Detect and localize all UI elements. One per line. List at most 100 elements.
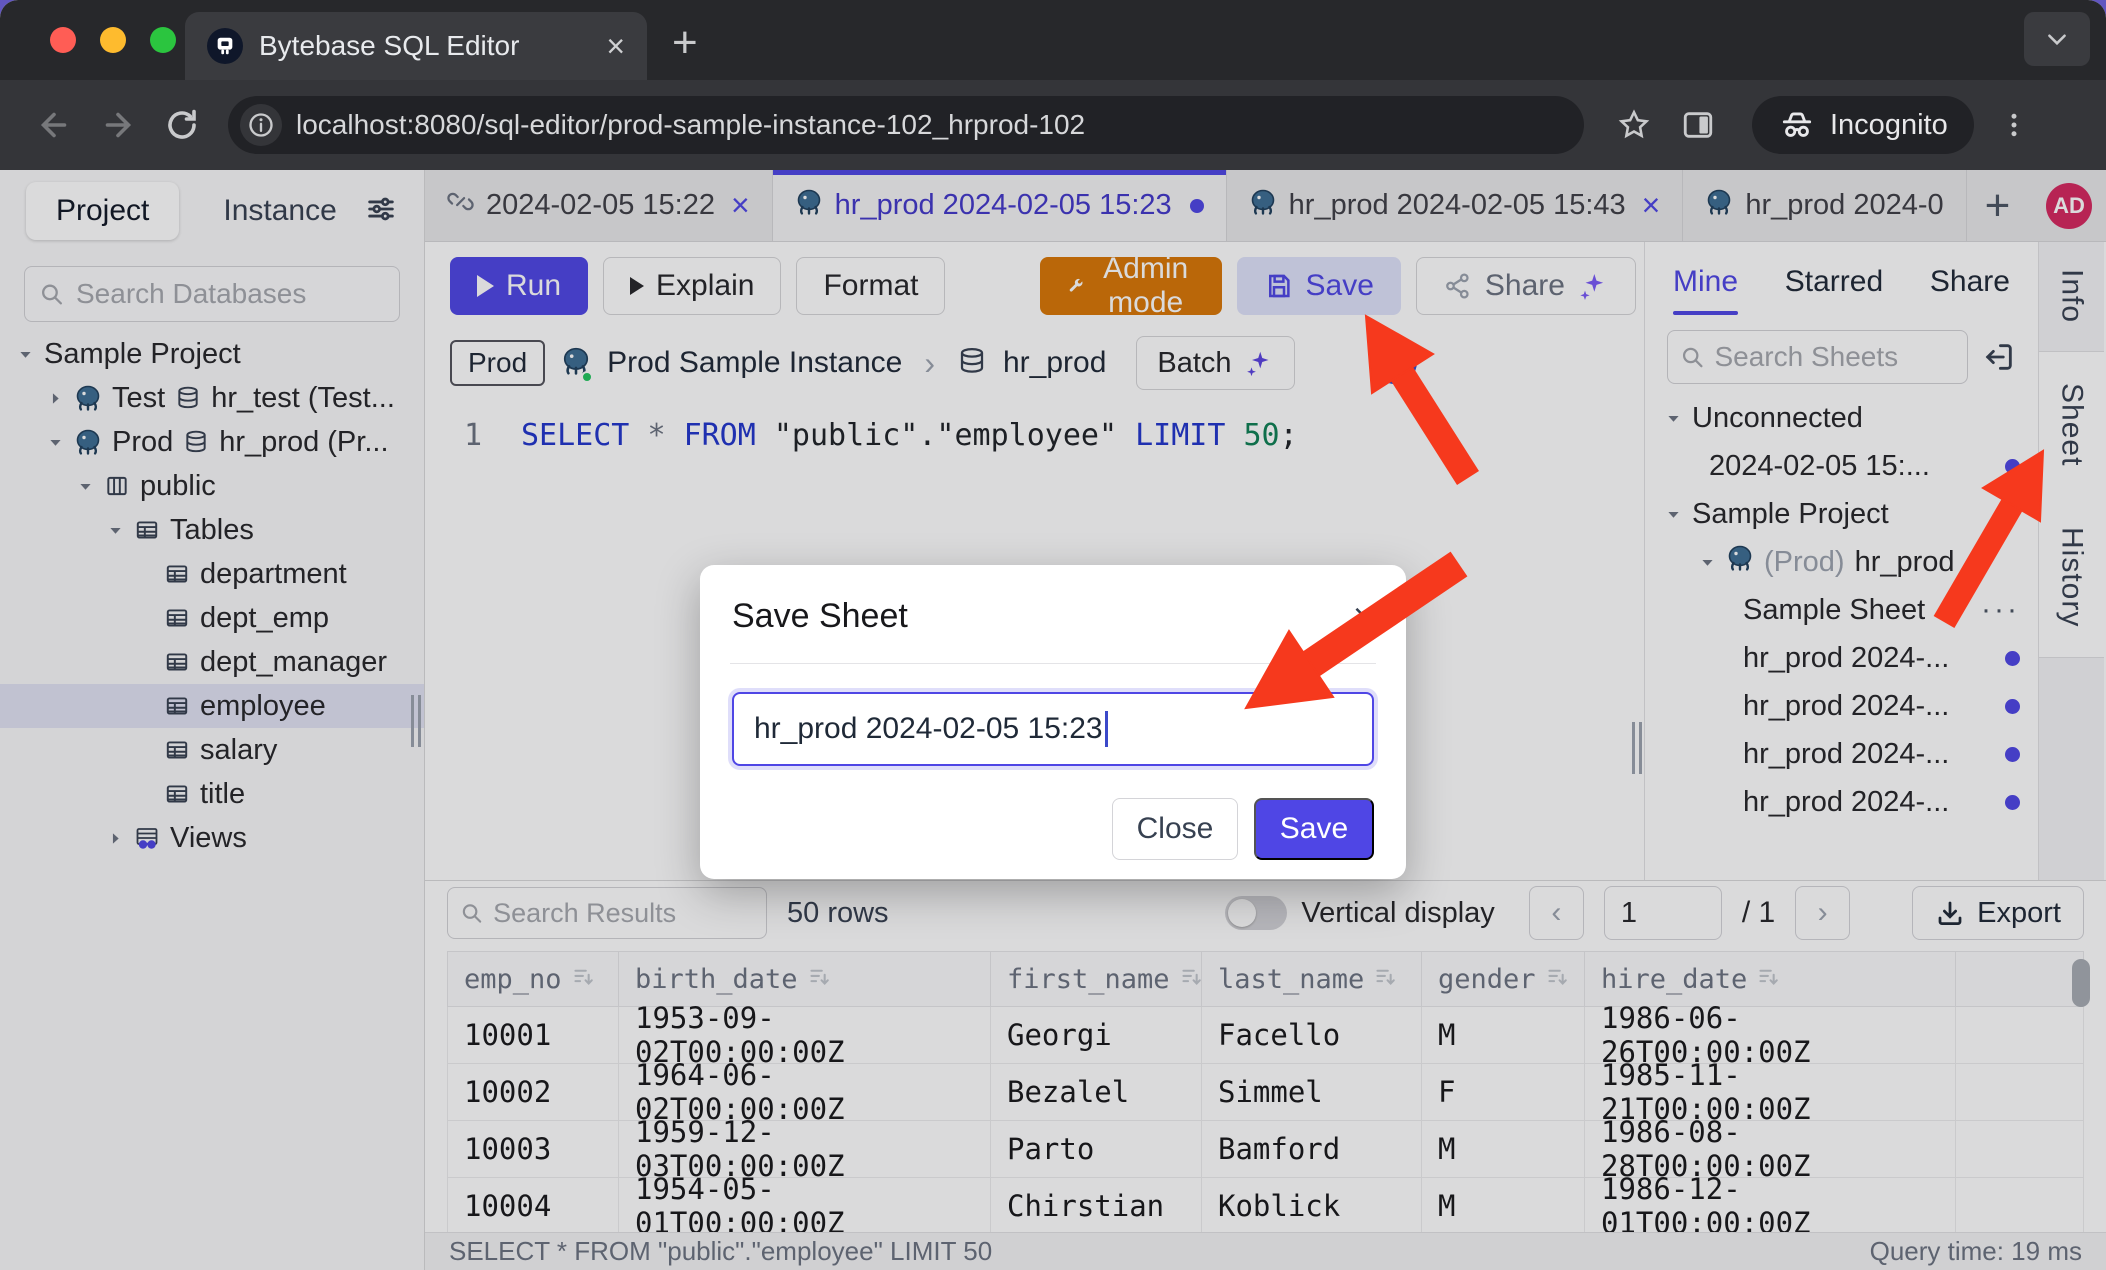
caret-down-icon[interactable]: [1699, 546, 1716, 579]
database-name[interactable]: hr_prod: [1003, 346, 1106, 380]
table-scrollbar-thumb[interactable]: [2072, 959, 2090, 1007]
caret-down-icon[interactable]: [76, 478, 94, 495]
tree-item-department[interactable]: department: [0, 552, 424, 596]
sort-icon[interactable]: [1757, 964, 1780, 995]
worksheet-tab[interactable]: 2024-02-05 15:22×: [425, 170, 773, 241]
browser-menu-button[interactable]: [1982, 110, 2046, 140]
caret-down-icon[interactable]: [16, 346, 34, 363]
sheet-item[interactable]: 2024-02-05 15:...: [1645, 442, 2038, 490]
sheet-tab-starred[interactable]: Starred: [1785, 265, 1883, 299]
caret-right-icon[interactable]: [106, 830, 124, 847]
forward-button[interactable]: [86, 107, 150, 143]
caret-down-icon[interactable]: [1665, 498, 1682, 531]
database-search[interactable]: [24, 266, 400, 322]
column-header-birth_date[interactable]: birth_date: [619, 951, 991, 1007]
sheet-item[interactable]: Sample Project: [1645, 490, 2038, 538]
tree-item-employee[interactable]: employee: [0, 684, 424, 728]
dock-tab-sheet[interactable]: Sheet: [2039, 352, 2104, 498]
share-button[interactable]: Share: [1416, 257, 1636, 315]
tree-item-salary[interactable]: salary: [0, 728, 424, 772]
close-tab-icon[interactable]: ×: [606, 30, 625, 62]
tab-instance[interactable]: Instance: [223, 194, 336, 228]
modal-save-button[interactable]: Save: [1254, 798, 1374, 860]
worksheet-tab[interactable]: hr_prod 2024-0: [1683, 170, 1966, 241]
close-window-button[interactable]: [50, 27, 76, 53]
explain-button[interactable]: Explain: [603, 257, 781, 315]
sheet-tab-mine[interactable]: Mine: [1673, 265, 1738, 299]
sheet-item-menu-icon[interactable]: ···: [1981, 593, 2020, 627]
sort-icon[interactable]: [1180, 964, 1203, 995]
sheet-item[interactable]: hr_prod 2024-...: [1645, 730, 2038, 778]
results-search-input[interactable]: [493, 898, 754, 929]
tree-item-dept-emp[interactable]: dept_emp: [0, 596, 424, 640]
tree-item-views[interactable]: Views: [0, 816, 424, 860]
sheet-tab-share[interactable]: Share: [1930, 265, 2010, 299]
page-input[interactable]: [1604, 886, 1722, 940]
sort-icon[interactable]: [1374, 964, 1397, 995]
caret-down-icon[interactable]: [46, 434, 64, 451]
admin-mode-button[interactable]: Admin mode: [1040, 257, 1221, 315]
prev-page-button[interactable]: ‹: [1529, 886, 1584, 940]
sheet-item[interactable]: hr_prod 2024-...: [1645, 778, 2038, 826]
sort-icon[interactable]: [808, 964, 831, 995]
sheet-item[interactable]: Unconnected: [1645, 394, 2038, 442]
sheet-name-input[interactable]: hr_prod 2024-02-05 15:23: [732, 692, 1374, 766]
column-header-first_name[interactable]: first_name: [991, 951, 1202, 1007]
format-button[interactable]: Format: [796, 257, 945, 315]
sheet-item[interactable]: Sample Sheet···: [1645, 586, 2038, 634]
worksheet-tab[interactable]: hr_prod 2024-02-05 15:43×: [1227, 170, 1684, 241]
column-header-last_name[interactable]: last_name: [1202, 951, 1422, 1007]
filter-settings-button[interactable]: [364, 192, 398, 231]
next-page-button[interactable]: ›: [1795, 886, 1850, 940]
save-button[interactable]: Save: [1237, 257, 1401, 315]
tab-search-button[interactable]: [2024, 12, 2090, 66]
bookmark-button[interactable]: [1602, 108, 1666, 142]
export-button[interactable]: Export: [1912, 886, 2084, 940]
modal-close-icon[interactable]: ×: [1353, 595, 1374, 637]
avatar[interactable]: AD: [2046, 183, 2092, 229]
sort-icon[interactable]: [1546, 964, 1569, 995]
column-header-emp_no[interactable]: emp_no: [447, 951, 619, 1007]
zoom-window-button[interactable]: [150, 27, 176, 53]
url-bar[interactable]: localhost:8080/sql-editor/prod-sample-in…: [228, 96, 1584, 154]
run-button[interactable]: Run: [450, 257, 588, 315]
column-header-gender[interactable]: gender: [1422, 951, 1585, 1007]
dock-tab-history[interactable]: History: [2039, 498, 2104, 658]
sheet-item[interactable]: (Prod)hr_prod: [1645, 538, 2038, 586]
tree-item-test[interactable]: Testhr_test (Test...: [0, 376, 424, 420]
close-tab-icon[interactable]: ×: [731, 187, 750, 224]
close-tab-icon[interactable]: ×: [1642, 187, 1661, 224]
instance-name[interactable]: Prod Sample Instance: [607, 346, 902, 380]
caret-down-icon[interactable]: [1665, 402, 1682, 435]
site-info-icon[interactable]: [240, 104, 282, 146]
tree-item-prod[interactable]: Prodhr_prod (Pr...: [0, 420, 424, 464]
side-panel-button[interactable]: [1666, 108, 1730, 142]
new-tab-button[interactable]: +: [672, 18, 698, 68]
vertical-display-toggle[interactable]: [1225, 896, 1287, 930]
tab-project[interactable]: Project: [26, 182, 179, 240]
tree-item-dept-manager[interactable]: dept_manager: [0, 640, 424, 684]
tree-item-sample-project[interactable]: Sample Project: [0, 332, 424, 376]
sort-icon[interactable]: [572, 964, 595, 995]
tree-item-public[interactable]: public: [0, 464, 424, 508]
column-header-hire_date[interactable]: hire_date: [1585, 951, 1956, 1007]
database-search-input[interactable]: [76, 278, 385, 310]
minimize-window-button[interactable]: [100, 27, 126, 53]
browser-tab[interactable]: Bytebase SQL Editor ×: [185, 12, 647, 80]
worksheet-tab[interactable]: hr_prod 2024-02-05 15:23: [773, 170, 1227, 241]
batch-button[interactable]: Batch: [1136, 336, 1294, 390]
sheet-item[interactable]: hr_prod 2024-...: [1645, 682, 2038, 730]
caret-down-icon[interactable]: [106, 522, 124, 539]
sheet-item[interactable]: hr_prod 2024-...: [1645, 634, 2038, 682]
results-search[interactable]: [447, 887, 767, 939]
tree-item-tables[interactable]: Tables: [0, 508, 424, 552]
reload-button[interactable]: [150, 107, 214, 143]
sheet-search[interactable]: [1667, 330, 1968, 384]
dock-tab-info[interactable]: Info: [2039, 242, 2104, 352]
new-worksheet-button[interactable]: +: [1967, 170, 2029, 241]
modal-close-button[interactable]: Close: [1112, 798, 1238, 860]
caret-right-icon[interactable]: [46, 390, 64, 407]
import-sheet-icon[interactable]: [1982, 340, 2016, 374]
tree-item-title[interactable]: title: [0, 772, 424, 816]
back-button[interactable]: [22, 107, 86, 143]
